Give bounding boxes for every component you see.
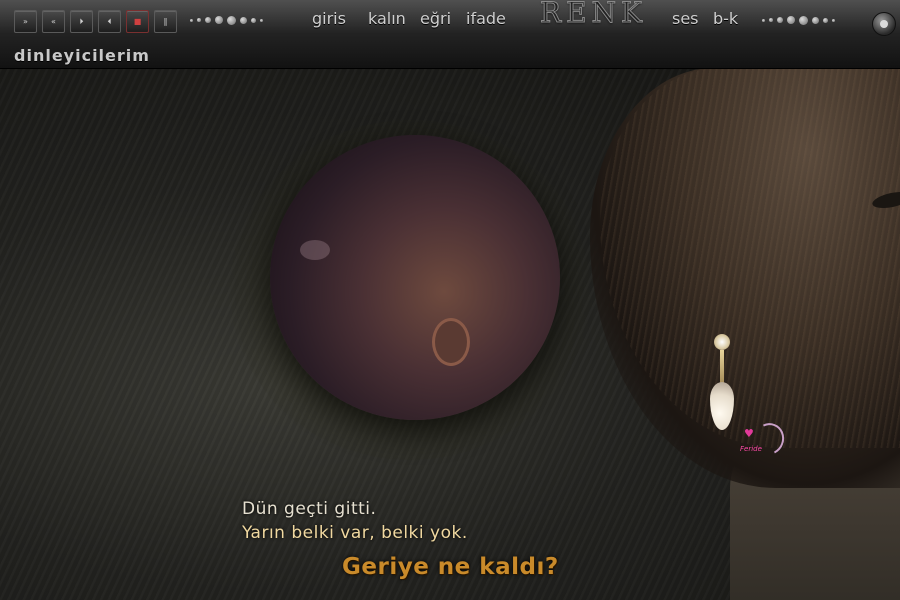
- dot-icon: [832, 18, 835, 22]
- player-toolbar: » « ⏵ ⏴ ■ ∥ giris kalın eğri ifade RENK …: [0, 0, 900, 69]
- poem-line-3: Geriye ne kaldı?: [342, 554, 559, 580]
- poem: Dün geçti gitti. Yarın belki var, belki …: [242, 497, 558, 579]
- dot-icon: [197, 18, 201, 22]
- berry-sphere: [270, 135, 560, 420]
- dot-icon: [260, 18, 263, 22]
- volume-knob-icon[interactable]: [872, 12, 896, 36]
- pearl-earring: [708, 334, 736, 434]
- dot-icon: [240, 16, 247, 24]
- dot-icon: [769, 18, 773, 22]
- previous-icon: ⏴: [107, 16, 112, 26]
- artist-signature: ♥ Feride: [740, 418, 789, 460]
- dot-icon: [215, 16, 223, 24]
- menu-bk[interactable]: b-k: [713, 9, 738, 28]
- dot-icon: [190, 18, 193, 22]
- fast-forward-icon: »: [23, 16, 28, 26]
- dot-icon: [205, 17, 211, 23]
- dot-icon: [777, 17, 783, 23]
- player-stage: ♥ Feride Dün geçti gitti. Yarın belki va…: [0, 0, 900, 600]
- rewind-button[interactable]: «: [42, 10, 65, 33]
- menu-ses[interactable]: ses: [672, 9, 699, 28]
- rewind-icon: «: [51, 16, 56, 26]
- signature-swirl: [749, 418, 789, 460]
- signature-label: Feride: [740, 445, 762, 453]
- dot-icon: [799, 15, 808, 25]
- menu-giris[interactable]: giris: [312, 9, 346, 28]
- dot-icon: [251, 17, 256, 23]
- stop-icon: ■: [133, 16, 142, 26]
- dot-icon: [787, 16, 795, 24]
- berry-highlight: [300, 240, 330, 260]
- woman-portrait: ♥ Feride: [590, 68, 900, 600]
- next-icon: ⏵: [79, 16, 84, 26]
- knob-center: [880, 20, 888, 28]
- menu-ifade[interactable]: ifade: [466, 9, 506, 28]
- heart-icon: ♥: [744, 427, 754, 440]
- dot-icon: [762, 18, 765, 22]
- renk-color-button[interactable]: RENK: [540, 0, 647, 30]
- playback-controls: » « ⏵ ⏴ ■ ∥: [14, 10, 177, 33]
- dot-icon: [823, 17, 828, 23]
- dot-icon: [812, 16, 819, 24]
- next-button[interactable]: ⏵: [70, 10, 93, 33]
- pause-icon: ∥: [163, 16, 168, 26]
- section-title: dinleyicilerim: [14, 46, 150, 65]
- volume-dots-right[interactable]: [762, 13, 835, 27]
- poem-line-1: Dün geçti gitti.: [242, 499, 377, 519]
- earring-pearl: [710, 382, 734, 430]
- berry-stem-ring: [432, 318, 470, 366]
- previous-button[interactable]: ⏴: [98, 10, 121, 33]
- menu-egri[interactable]: eğri: [420, 9, 451, 28]
- stop-button[interactable]: ■: [126, 10, 149, 33]
- earring-stud: [714, 334, 730, 350]
- dot-icon: [227, 15, 236, 25]
- volume-dots-left[interactable]: [190, 13, 263, 27]
- pause-button[interactable]: ∥: [154, 10, 177, 33]
- poem-line-2: Yarın belki var, belki yok.: [242, 523, 468, 543]
- earring-chain: [720, 350, 724, 384]
- menu-kalin[interactable]: kalın: [368, 9, 406, 28]
- fast-forward-button[interactable]: »: [14, 10, 37, 33]
